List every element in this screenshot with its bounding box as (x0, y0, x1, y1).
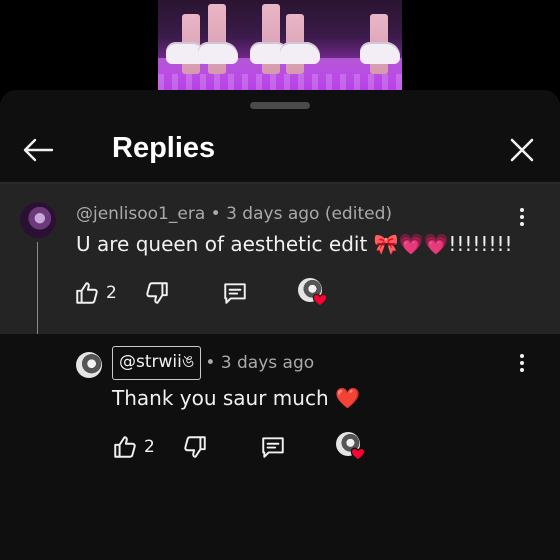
mention-chip[interactable]: @strwiiঙ (112, 346, 202, 380)
drag-handle[interactable] (250, 102, 310, 109)
reply-button[interactable] (222, 278, 298, 308)
close-button[interactable] (502, 130, 542, 170)
creator-heart (336, 432, 366, 462)
dislike-button[interactable] (144, 278, 222, 308)
sneaker (198, 42, 238, 64)
back-button[interactable] (18, 130, 58, 170)
comment-text: U are queen of aesthetic edit 🎀💗💗!!!!!!!… (76, 232, 513, 256)
thumbs-up-icon (114, 436, 136, 458)
more-options-button[interactable] (510, 202, 534, 232)
creator-heart (298, 278, 328, 308)
comment-icon (262, 437, 284, 458)
page-title: Replies (112, 132, 216, 164)
more-options-button[interactable] (510, 348, 534, 378)
thumbs-down-icon (184, 436, 206, 458)
arrow-left-icon (23, 138, 54, 162)
like-count: 2 (106, 283, 117, 303)
sheet-header: Replies (0, 120, 560, 182)
reply-comment: @strwiiঙ • 3 days ago Thank you saur muc… (0, 334, 560, 560)
reply-timestamp: • 3 days ago (205, 353, 315, 373)
comment-meta[interactable]: @jenlisoo1_era • 3 days ago (edited) (76, 204, 392, 224)
like-count: 2 (144, 437, 155, 457)
comment-icon (224, 283, 246, 304)
sneaker (360, 42, 400, 64)
parent-comment: @jenlisoo1_era • 3 days ago (edited) U a… (0, 184, 560, 334)
dislike-button[interactable] (182, 432, 260, 462)
avatar[interactable] (76, 352, 102, 378)
thumbs-up-icon (76, 282, 98, 304)
comment-actions: 2 (74, 278, 328, 308)
reply-actions: 2 (112, 432, 366, 462)
like-button[interactable]: 2 (112, 432, 182, 462)
avatar[interactable] (20, 202, 56, 238)
reply-text: Thank you saur much ❤️ (112, 386, 360, 410)
replies-sheet: Replies @jenlisoo1_era • 3 days ago (edi… (0, 90, 560, 560)
video-preview[interactable] (158, 0, 402, 92)
like-button[interactable]: 2 (74, 278, 144, 308)
sneaker (280, 42, 320, 64)
heart-icon (350, 447, 366, 461)
thumbs-down-icon (146, 282, 168, 304)
close-icon (510, 138, 534, 162)
heart-icon (312, 293, 328, 307)
reply-meta: @strwiiঙ • 3 days ago (112, 346, 314, 380)
reply-button[interactable] (260, 432, 336, 462)
